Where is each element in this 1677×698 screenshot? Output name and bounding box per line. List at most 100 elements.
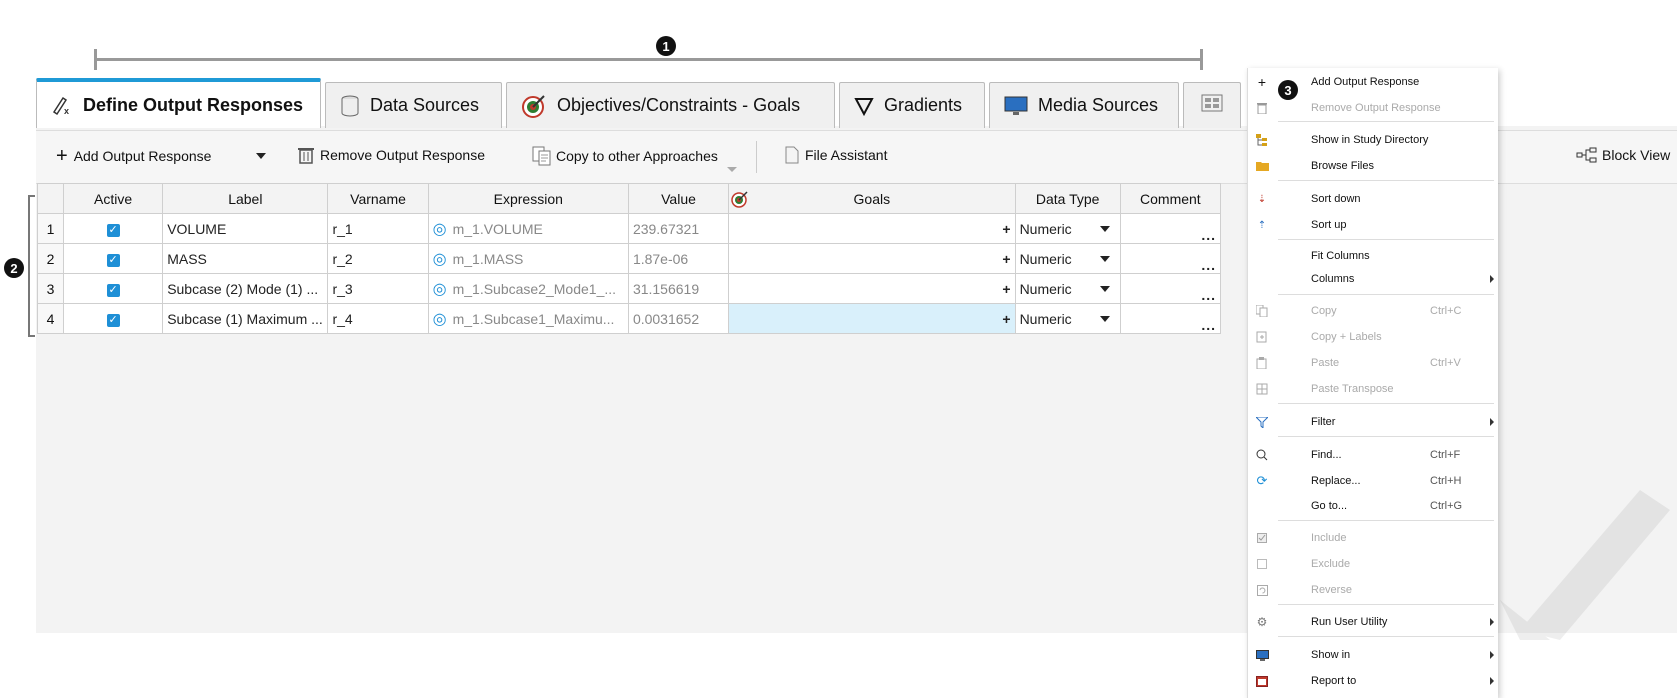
context-menu: 3 + Add Output Response Remove Output Re…	[1247, 68, 1498, 698]
include-checkbox-icon	[1254, 530, 1270, 546]
header-rownum	[36, 183, 65, 214]
menu-reverse[interactable]: Reverse	[1248, 579, 1498, 601]
header-value[interactable]: Value	[627, 183, 730, 214]
menu-find[interactable]: Find... Ctrl+F	[1248, 444, 1498, 466]
header-data-type[interactable]: Data Type	[1014, 183, 1121, 214]
data-type-select[interactable]: Numeric	[1014, 303, 1121, 334]
table-header-row: Active Label Varname Expression Value Go…	[36, 183, 1222, 214]
sort-down-icon: ⇣	[1257, 193, 1267, 205]
model-icon: ◎	[432, 220, 447, 238]
menu-remove-output-response[interactable]: Remove Output Response	[1248, 97, 1498, 119]
tab-objectives-constraints-goals[interactable]: Objectives/Constraints - Goals	[506, 82, 835, 128]
goals-add-button[interactable]: +	[728, 273, 1016, 304]
header-comment[interactable]: Comment	[1119, 183, 1222, 214]
menu-sort-up[interactable]: ⇡ Sort up	[1248, 214, 1498, 236]
menu-go-to[interactable]: Go to... Ctrl+G	[1248, 495, 1498, 517]
tab-define-output-responses[interactable]: x Define Output Responses	[36, 78, 321, 128]
menu-replace[interactable]: ⟳ Replace... Ctrl+H	[1248, 470, 1498, 492]
table-row[interactable]: 1 ✓ VOLUME r_1 ◎ m_1.VOLUME 239.67321 + N…	[36, 213, 1222, 244]
chevron-down-icon	[1099, 225, 1110, 232]
trash-icon	[1254, 100, 1270, 116]
value-cell: 31.156619	[627, 273, 730, 304]
header-label[interactable]: Label	[162, 183, 329, 214]
menu-sort-down[interactable]: ⇣ Sort down	[1248, 188, 1498, 210]
menu-show-in-study-directory[interactable]: Show in Study Directory	[1248, 129, 1498, 151]
comment-more-button[interactable]: ...	[1119, 243, 1222, 274]
header-expression[interactable]: Expression	[427, 183, 629, 214]
menu-run-user-utility[interactable]: ⚙ Run User Utility	[1248, 611, 1498, 633]
row-number: 4	[36, 303, 65, 334]
menu-exclude[interactable]: Exclude	[1248, 553, 1498, 575]
comment-more-button[interactable]: ...	[1119, 213, 1222, 244]
goals-add-button[interactable]: +	[728, 243, 1016, 274]
row-number: 3	[36, 273, 65, 304]
expression-cell[interactable]: ◎ m_1.VOLUME	[427, 213, 629, 244]
tab-media-sources[interactable]: Media Sources	[989, 82, 1179, 128]
table-row[interactable]: 3 ✓ Subcase (2) Mode (1) ... r_3 ◎ m_1.Su…	[36, 273, 1222, 304]
add-dropdown-arrow[interactable]	[256, 153, 272, 159]
menu-include[interactable]: Include	[1248, 527, 1498, 549]
label-cell[interactable]: Subcase (1) Maximum ...	[162, 303, 329, 334]
data-type-select[interactable]: Numeric	[1014, 243, 1121, 274]
remove-output-response-button[interactable]: Remove Output Response	[298, 146, 485, 164]
active-checkbox[interactable]: ✓	[63, 273, 164, 304]
remove-output-response-label: Remove Output Response	[320, 147, 485, 163]
header-active[interactable]: Active	[63, 183, 164, 214]
active-checkbox[interactable]: ✓	[63, 303, 164, 334]
goals-add-button[interactable]: +	[728, 213, 1016, 244]
value-cell: 1.87e-06	[627, 243, 730, 274]
menu-report-to[interactable]: Report to	[1248, 670, 1498, 692]
output-responses-table: Active Label Varname Expression Value Go…	[36, 183, 1222, 334]
file-assistant-button[interactable]: File Assistant	[785, 146, 887, 164]
tab-label: Objectives/Constraints - Goals	[557, 95, 801, 115]
report-icon	[1254, 673, 1270, 689]
table-row[interactable]: 2 ✓ MASS r_2 ◎ m_1.MASS 1.87e-06 + Numeri…	[36, 243, 1222, 274]
model-icon: ◎	[432, 250, 447, 268]
label-cell[interactable]: MASS	[162, 243, 329, 274]
menu-browse-files[interactable]: Browse Files	[1248, 155, 1498, 177]
menu-separator	[1278, 403, 1494, 404]
expression-cell[interactable]: ◎ m_1.Subcase1_Maximu...	[427, 303, 629, 334]
menu-copy[interactable]: Copy Ctrl+C	[1248, 300, 1498, 322]
data-type-select[interactable]: Numeric	[1014, 213, 1121, 244]
comment-more-button[interactable]: ...	[1119, 303, 1222, 334]
tab-gradients[interactable]: Gradients	[839, 82, 985, 128]
tab-label: Gradients	[884, 95, 963, 115]
active-checkbox[interactable]: ✓	[63, 213, 164, 244]
submenu-arrow-icon	[1490, 275, 1494, 283]
varname-cell[interactable]: r_1	[327, 213, 429, 244]
menu-separator	[1278, 239, 1494, 240]
copy-to-other-approaches-label: Copy to other Approaches	[556, 148, 718, 164]
menu-paste[interactable]: Paste Ctrl+V	[1248, 352, 1498, 374]
model-icon: ◎	[432, 280, 447, 298]
menu-columns[interactable]: Columns	[1248, 268, 1498, 290]
table-row[interactable]: 4 ✓ Subcase (1) Maximum ... r_4 ◎ m_1.Sub…	[36, 303, 1222, 334]
header-goals[interactable]: Goals	[728, 183, 1016, 214]
menu-copy-labels[interactable]: Copy + Labels	[1248, 326, 1498, 348]
copy-dropdown-arrow[interactable]	[727, 167, 737, 172]
copy-to-other-approaches-button[interactable]: Copy to other Approaches	[532, 146, 718, 166]
menu-add-output-response[interactable]: + Add Output Response	[1248, 71, 1498, 93]
expression-cell[interactable]: ◎ m_1.Subcase2_Mode1_...	[427, 273, 629, 304]
menu-paste-transpose[interactable]: Paste Transpose	[1248, 378, 1498, 400]
varname-cell[interactable]: r_4	[327, 303, 429, 334]
tab-data-sources[interactable]: Data Sources	[325, 82, 502, 128]
comment-more-button[interactable]: ...	[1119, 273, 1222, 304]
add-output-response-button[interactable]: + Add Output Response	[56, 146, 211, 166]
tab-more[interactable]	[1183, 82, 1241, 128]
label-cell[interactable]: Subcase (2) Mode (1) ...	[162, 273, 329, 304]
expression-cell[interactable]: ◎ m_1.MASS	[427, 243, 629, 274]
block-view-button[interactable]: Block View	[1576, 147, 1670, 163]
label-cell[interactable]: VOLUME	[162, 213, 329, 244]
callout-2: 2	[4, 258, 24, 278]
menu-filter[interactable]: Filter	[1248, 411, 1498, 433]
copy-labels-icon	[1254, 329, 1270, 345]
active-checkbox[interactable]: ✓	[63, 243, 164, 274]
data-type-select[interactable]: Numeric	[1014, 273, 1121, 304]
menu-fit-columns[interactable]: Fit Columns	[1248, 245, 1498, 267]
goals-add-button[interactable]: +	[728, 303, 1016, 334]
varname-cell[interactable]: r_2	[327, 243, 429, 274]
varname-cell[interactable]: r_3	[327, 273, 429, 304]
header-varname[interactable]: Varname	[327, 183, 429, 214]
menu-show-in[interactable]: Show in	[1248, 644, 1498, 666]
